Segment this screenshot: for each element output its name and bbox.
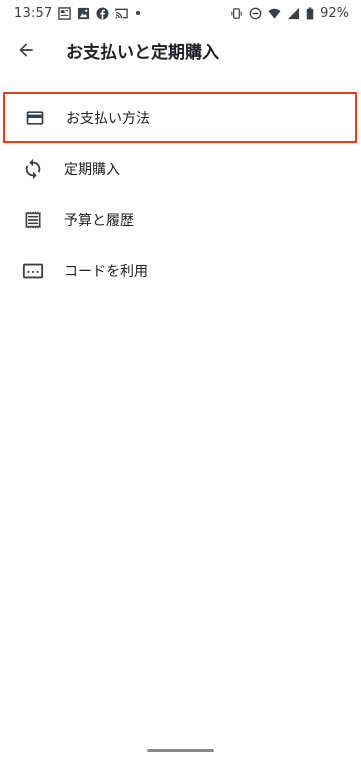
status-time: 13:57 [14,5,53,21]
photo-icon [78,7,90,19]
app-bar: お支払いと定期購入 [0,26,361,74]
status-bar-left: 13:57 [14,5,141,21]
battery-icon [306,6,314,20]
status-bar: 13:57 92% [0,0,361,26]
menu-item-redeem-code[interactable]: コードを利用 [0,245,361,296]
news-icon [58,6,72,20]
do-not-disturb-icon [249,7,262,19]
menu-item-label: 予算と履歴 [64,212,134,229]
cast-icon [115,8,129,18]
menu-item-payment-methods[interactable]: お支払い方法 [3,92,357,143]
wifi-icon [268,8,281,19]
notification-dot [136,11,141,15]
menu-list: お支払い方法 定期購入 予算と履歴 コードを利用 [0,92,361,296]
facebook-icon [96,6,110,20]
menu-item-budget-history[interactable]: 予算と履歴 [0,194,361,245]
menu-item-label: コードを利用 [64,263,148,280]
battery-percent: 92% [320,5,349,21]
credit-card-icon [23,106,47,130]
signal-icon [288,7,300,19]
status-bar-right: 92% [230,6,349,21]
redeem-code-icon [21,259,45,283]
menu-item-label: 定期購入 [64,161,120,178]
receipt-icon [21,208,45,232]
menu-item-label: お支払い方法 [66,110,150,127]
menu-item-subscriptions[interactable]: 定期購入 [0,143,361,194]
home-indicator[interactable] [147,749,214,752]
arrow-back-icon [19,43,33,57]
sync-icon [21,157,45,181]
vibrate-icon [231,7,242,19]
page-title: お支払いと定期購入 [66,42,219,63]
back-button[interactable] [2,26,50,74]
